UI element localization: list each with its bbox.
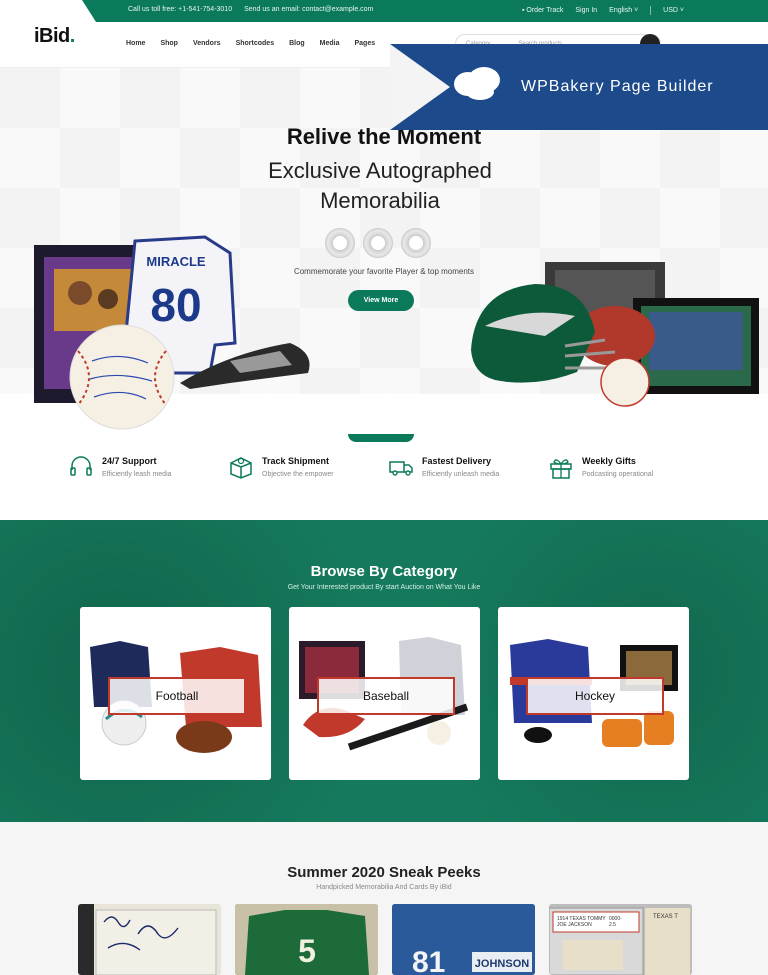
feature-title: Track Shipment: [262, 456, 330, 466]
feature-title: 24/7 Support: [102, 456, 157, 466]
category-title: Browse By Category: [310, 563, 458, 580]
medal-icon: [401, 228, 431, 258]
order-track-link[interactable]: ▪ Order Track: [522, 7, 563, 14]
category-card-baseball[interactable]: Baseball: [289, 607, 480, 780]
graded-card: 1914 TEXAS TOMMY JOE JACKSON 0000- 2.5 T…: [549, 904, 692, 975]
svg-text:81: 81: [412, 946, 445, 975]
feature-desc: Efficiently unleash media: [422, 471, 500, 478]
peeks-subtitle: Handpicked Memorabilia And Cards By iBid: [316, 884, 452, 891]
svg-text:JOE JACKSON: JOE JACKSON: [557, 922, 592, 928]
top-bar-contact: Call us toll free: +1-541-754-3010 Send …: [128, 6, 373, 13]
nav-media[interactable]: Media: [320, 40, 340, 47]
main-nav: Home Shop Vendors Shortcodes Blog Media …: [126, 40, 375, 47]
nav-vendors[interactable]: Vendors: [193, 40, 221, 47]
truck-icon: [389, 461, 413, 476]
peek-card-graded-card[interactable]: 1914 TEXAS TOMMY JOE JACKSON 0000- 2.5 T…: [549, 904, 692, 975]
peek-card-autograph[interactable]: [78, 904, 221, 975]
feature-item: 24/7 Support Efficiently leash media: [68, 454, 228, 494]
divider: [650, 6, 652, 15]
chevron-down-icon: ˅: [634, 7, 639, 14]
category-label: Baseball: [317, 677, 455, 715]
truck-icon: ▪: [521, 7, 525, 14]
box-icon: [230, 457, 252, 479]
category-card-football[interactable]: Football: [80, 607, 271, 780]
banner-title: WPBakery Page Builder: [521, 78, 714, 95]
feature-desc: Efficiently leash media: [102, 471, 172, 478]
top-bar-links: ▪ Order Track Sign In English ˅ USD ˅: [522, 6, 684, 15]
autograph-card: [78, 904, 217, 975]
medal-icon: [325, 228, 355, 258]
feature-title: Fastest Delivery: [422, 456, 492, 466]
feature-item: Track Shipment Objective the empower: [228, 454, 388, 494]
feature-item: Fastest Delivery Efficiently unleash med…: [388, 454, 548, 494]
jersey-number: 80: [150, 279, 201, 331]
medal-icon: [363, 228, 393, 258]
category-subtitle: Get Your Interested product By start Auc…: [287, 584, 481, 591]
baseball-small: [600, 357, 650, 407]
category-label: Football: [108, 677, 246, 715]
feature-item: Weekly Gifts Podcasting operational: [548, 454, 708, 494]
svg-text:TEXAS T: TEXAS T: [653, 914, 678, 920]
logo-dot: .: [69, 25, 76, 47]
blue-jersey: 81 JOHNSON: [392, 904, 535, 975]
gift-icon: [550, 459, 572, 479]
language-label: English: [609, 7, 633, 14]
chevron-down-icon: ˅: [679, 7, 684, 14]
peeks-title: Summer 2020 Sneak Peeks: [287, 864, 481, 881]
currency-select[interactable]: USD ˅: [663, 7, 684, 14]
view-more-button[interactable]: View More: [348, 290, 414, 311]
feature-desc: Podcasting operational: [582, 471, 654, 478]
svg-text:JOHNSON: JOHNSON: [475, 958, 529, 970]
currency-label: USD: [663, 7, 678, 14]
feature-title: Weekly Gifts: [582, 456, 636, 466]
logo-text: iBid: [34, 25, 70, 47]
svg-text:5: 5: [298, 933, 316, 969]
headset-icon: [70, 456, 92, 476]
email-text[interactable]: Send us an email: contact@example.com: [244, 6, 373, 13]
category-label: Hockey: [526, 677, 664, 715]
feature-desc: Objective the empower: [262, 471, 334, 478]
phone-text: Call us toll free: +1-541-754-3010: [128, 6, 233, 13]
hero-right-collage: [471, 262, 759, 407]
wpbakery-banner: WPBakery Page Builder: [390, 44, 768, 130]
peek-card-jersey-blue[interactable]: 81 JOHNSON: [392, 904, 535, 975]
hero-left-collage: MIRACLE 80: [34, 235, 310, 430]
order-track-label: Order Track: [526, 7, 564, 14]
sneak-peeks-section: Summer 2020 Sneak Peeks Handpicked Memor…: [0, 822, 768, 975]
nav-shortcodes[interactable]: Shortcodes: [236, 40, 275, 47]
green-jersey: 5: [235, 904, 378, 975]
nav-blog[interactable]: Blog: [289, 40, 305, 47]
nav-home[interactable]: Home: [126, 40, 145, 47]
features-row: 24/7 Support Efficiently leash media Tra…: [68, 454, 708, 494]
nav-pages[interactable]: Pages: [355, 40, 376, 47]
peek-card-jersey-green[interactable]: 5: [235, 904, 378, 975]
signed-baseball: [69, 324, 175, 430]
medals: [325, 228, 431, 258]
hero-text: Commemorate your favorite Player & top m…: [293, 267, 475, 276]
slider-tab: [348, 434, 414, 442]
svg-text:2.5: 2.5: [609, 922, 616, 928]
language-select[interactable]: English ˅: [609, 7, 638, 14]
sign-in-link[interactable]: Sign In: [575, 7, 597, 14]
hero-subtitle: Exclusive Autographed Memorabilia: [268, 158, 492, 213]
site-logo[interactable]: iBid.: [34, 25, 75, 48]
category-card-hockey[interactable]: Hockey: [498, 607, 689, 780]
nav-shop[interactable]: Shop: [160, 40, 178, 47]
category-section: Browse By Category Get Your Interested p…: [0, 520, 768, 822]
banner-notch: [390, 44, 450, 130]
cloud-icon: [454, 67, 500, 100]
